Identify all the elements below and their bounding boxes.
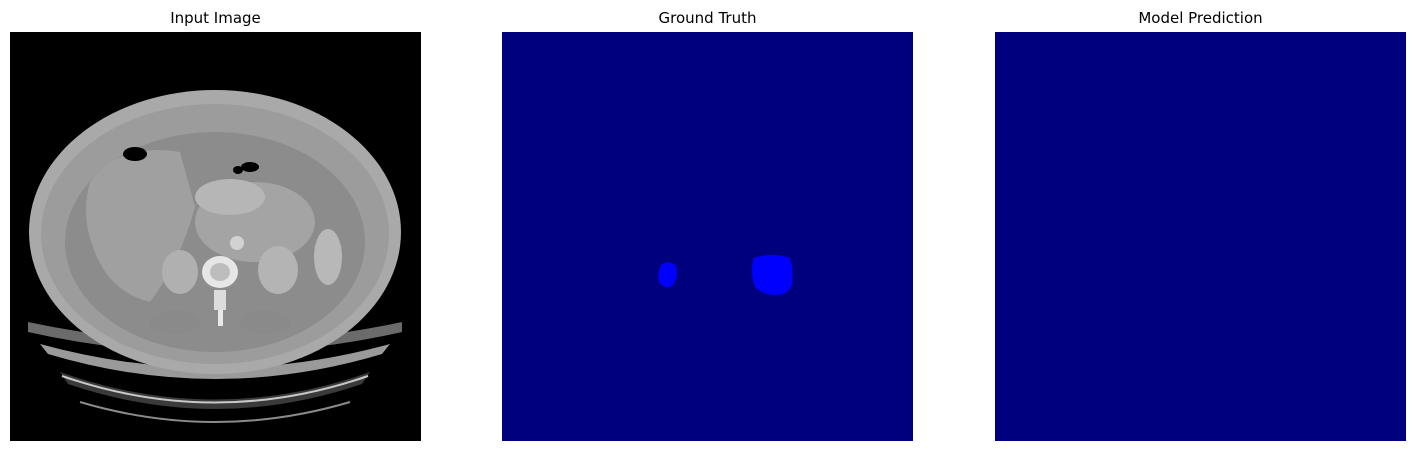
ground-truth-panel xyxy=(502,32,913,441)
mask-background xyxy=(995,32,1406,441)
mask-background xyxy=(502,32,913,441)
input-image-panel xyxy=(10,32,421,441)
mask-region-right xyxy=(752,255,793,296)
input-image-title: Input Image xyxy=(170,9,261,27)
model-prediction-title: Model Prediction xyxy=(1138,9,1263,27)
model-prediction-panel xyxy=(995,32,1406,441)
ct-scan-image xyxy=(10,32,421,441)
ground-truth-mask xyxy=(502,32,913,441)
model-prediction-mask xyxy=(995,32,1406,441)
ground-truth-title: Ground Truth xyxy=(658,9,757,27)
